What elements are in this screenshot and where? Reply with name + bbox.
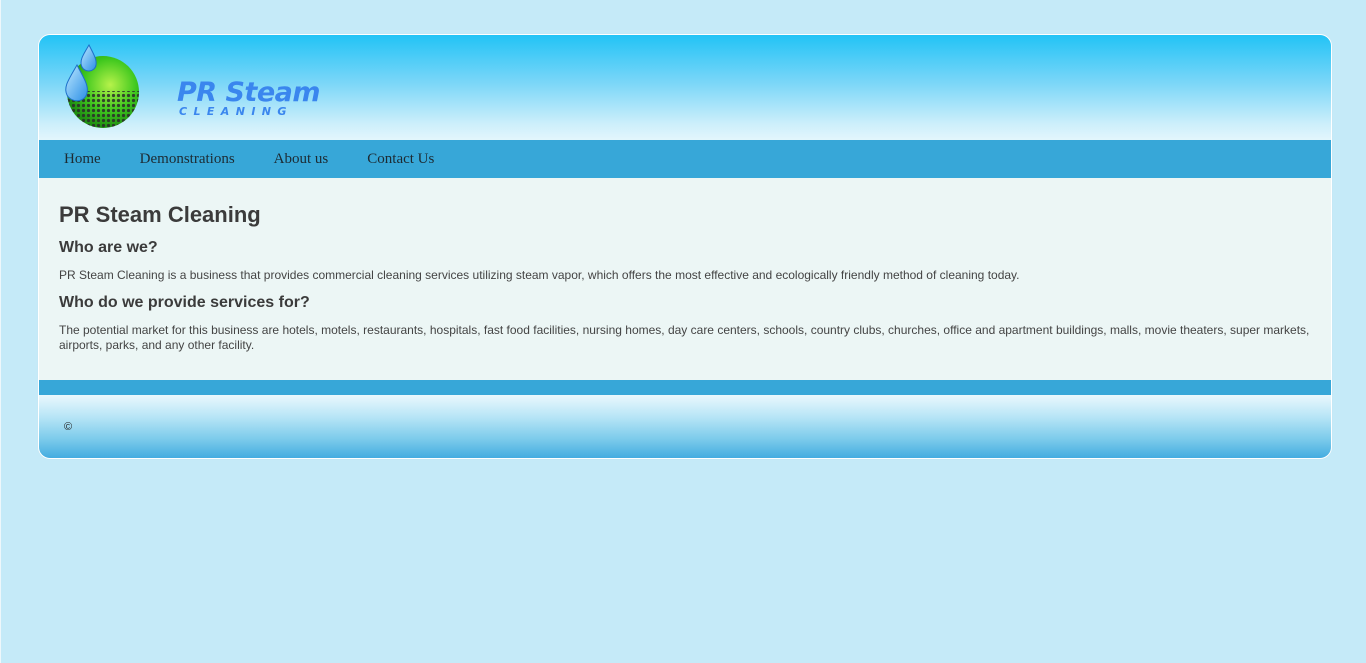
page-title: PR Steam Cleaning xyxy=(59,202,261,227)
site-logo[interactable]: PR Steam CLEANING xyxy=(61,43,321,129)
water-drop-globe-icon xyxy=(65,43,139,128)
nav-contact-link[interactable]: Contact Us xyxy=(367,151,434,168)
nav-about-link[interactable]: About us xyxy=(274,151,329,168)
copyright-text: © xyxy=(64,421,73,433)
site-footer: © xyxy=(39,395,1331,458)
section-text-services-for: The potential market for this business a… xyxy=(59,323,1310,352)
nav-home-link[interactable]: Home xyxy=(64,151,101,168)
main-content: PR Steam Cleaning Who are we? PR Steam C… xyxy=(39,178,1331,380)
section-heading-who-are-we: Who are we? xyxy=(59,239,158,256)
page-frame: PR Steam CLEANING Home Demonstrations Ab… xyxy=(38,34,1332,459)
logo-wordmark: PR Steam xyxy=(177,77,321,108)
section-text-who-are-we: PR Steam Cleaning is a business that pro… xyxy=(59,268,1020,282)
logo-subtitle: CLEANING xyxy=(179,105,293,118)
footer-divider-bar xyxy=(39,380,1331,395)
main-nav: Home Demonstrations About us Contact Us xyxy=(39,140,1331,178)
site-header: PR Steam CLEANING xyxy=(39,35,1331,140)
nav-demonstrations-link[interactable]: Demonstrations xyxy=(140,151,235,168)
section-heading-services-for: Who do we provide services for? xyxy=(59,294,310,311)
